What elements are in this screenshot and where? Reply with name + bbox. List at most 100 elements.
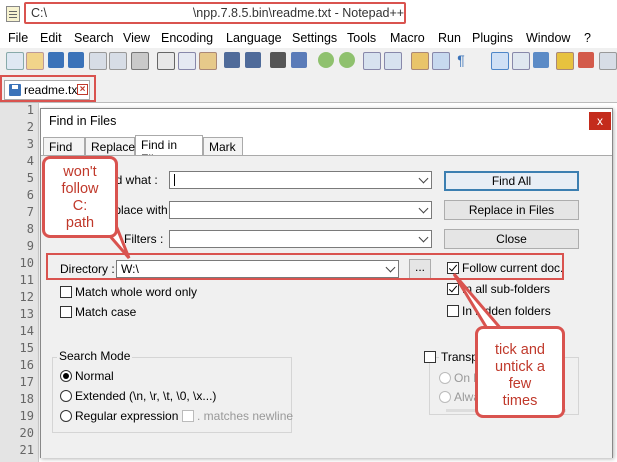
line-number: 19: [19, 409, 34, 423]
menu-bar: File Edit Search View Encoding Language …: [0, 28, 617, 48]
replace-icon[interactable]: [291, 52, 307, 68]
callout-right: tick and untick a few times: [475, 326, 565, 418]
menu-view[interactable]: View: [123, 31, 150, 45]
transparency-checkbox[interactable]: [424, 351, 436, 363]
paste-icon[interactable]: [199, 52, 217, 70]
tab-mark[interactable]: Mark: [203, 137, 243, 155]
line-number: 10: [19, 256, 34, 270]
function-list-icon[interactable]: [556, 52, 574, 70]
close-button[interactable]: Close: [444, 229, 579, 249]
close-icon[interactable]: [89, 52, 107, 70]
extended-radio[interactable]: [60, 390, 72, 402]
filters-input[interactable]: [169, 230, 432, 248]
on-losing-focus-radio[interactable]: [439, 372, 451, 384]
close-all-icon[interactable]: [109, 52, 127, 70]
chevron-down-icon[interactable]: [418, 173, 429, 184]
dialog-tabs: Find Replace Find in Files Mark: [41, 135, 612, 166]
title-bar: C:\ \npp.7.8.5.bin\readme.txt - Notepad+…: [0, 0, 617, 28]
menu-window[interactable]: Window: [526, 31, 570, 45]
line-number: 6: [26, 188, 34, 202]
find-what-input[interactable]: [169, 171, 432, 189]
find-icon[interactable]: [270, 52, 286, 68]
line-number: 17: [19, 375, 34, 389]
callout-right-pointer: [452, 273, 506, 332]
menu-help[interactable]: ?: [584, 31, 591, 45]
undo-icon[interactable]: [224, 52, 240, 68]
indent-guide-icon[interactable]: [491, 52, 509, 70]
normal-radio[interactable]: [60, 370, 72, 382]
menu-language[interactable]: Language: [226, 31, 282, 45]
regex-radio[interactable]: [60, 410, 72, 422]
title-path-annotation-box: [24, 2, 406, 24]
matches-newline-checkbox[interactable]: [182, 410, 194, 422]
print-icon[interactable]: [131, 52, 149, 70]
copy-icon[interactable]: [178, 52, 196, 70]
doc-map-icon[interactable]: [533, 52, 549, 68]
match-whole-word-checkbox[interactable]: [60, 286, 72, 298]
callout-left-line: follow: [61, 181, 99, 197]
line-number: 20: [19, 426, 34, 440]
monitoring-icon[interactable]: [599, 52, 617, 70]
line-number: 2: [26, 120, 34, 134]
redo-icon[interactable]: [245, 52, 261, 68]
menu-tools[interactable]: Tools: [347, 31, 376, 45]
show-all-chars-icon[interactable]: [432, 52, 450, 70]
tab-find-in-files[interactable]: Find in Files: [135, 135, 203, 166]
line-number: 1: [26, 103, 34, 117]
match-case-label: Match case: [75, 305, 137, 319]
callout-left-line: path: [65, 215, 95, 231]
tab-annotation-box: [0, 75, 96, 102]
line-number: 18: [19, 392, 34, 406]
menu-file[interactable]: File: [8, 31, 28, 45]
menu-edit[interactable]: Edit: [40, 31, 62, 45]
tab-replace[interactable]: Replace: [85, 137, 135, 155]
matches-newline-label: . matches newline: [197, 409, 294, 423]
zoom-out-icon[interactable]: [339, 52, 355, 68]
callout-right-line: few: [508, 376, 532, 392]
menu-settings[interactable]: Settings: [292, 31, 337, 45]
dialog-title: Find in Files: [49, 114, 117, 128]
sync-vertical-icon[interactable]: [363, 52, 381, 70]
search-mode-title: Search Mode: [57, 349, 133, 363]
save-all-icon[interactable]: [68, 52, 84, 68]
dialog-close-button[interactable]: x: [589, 112, 611, 130]
line-number: 3: [26, 137, 34, 151]
cut-icon[interactable]: [157, 52, 175, 70]
save-icon[interactable]: [48, 52, 64, 68]
chevron-down-icon[interactable]: [418, 232, 429, 243]
line-number: 13: [19, 307, 34, 321]
always-radio[interactable]: [439, 391, 451, 403]
word-wrap-icon[interactable]: [411, 52, 429, 70]
line-number: 12: [19, 290, 34, 304]
line-number: 8: [26, 222, 34, 236]
folder-workspace-icon[interactable]: [578, 52, 594, 68]
new-file-icon[interactable]: [6, 52, 24, 70]
open-file-icon[interactable]: [26, 52, 44, 70]
line-number: 4: [26, 154, 34, 168]
pilcrow-icon[interactable]: ¶: [453, 52, 469, 68]
match-case-checkbox[interactable]: [60, 306, 72, 318]
chevron-down-icon[interactable]: [418, 203, 429, 214]
find-all-button[interactable]: Find All: [444, 171, 579, 191]
normal-label: Normal: [75, 369, 114, 383]
callout-right-line: untick a: [495, 359, 545, 375]
line-number: 21: [19, 443, 34, 457]
menu-plugins[interactable]: Plugins: [472, 31, 513, 45]
sync-horizontal-icon[interactable]: [384, 52, 402, 70]
callout-left-line: C:: [72, 198, 88, 214]
menu-encoding[interactable]: Encoding: [161, 31, 213, 45]
zoom-in-icon[interactable]: [318, 52, 334, 68]
replace-with-input[interactable]: [169, 201, 432, 219]
regex-label: Regular expression: [75, 409, 179, 423]
menu-search[interactable]: Search: [74, 31, 114, 45]
language-icon[interactable]: [512, 52, 530, 70]
menu-macro[interactable]: Macro: [390, 31, 425, 45]
replace-in-files-button[interactable]: Replace in Files: [444, 200, 579, 220]
toolbar: ¶: [0, 48, 617, 73]
menu-run[interactable]: Run: [438, 31, 461, 45]
tab-find[interactable]: Find: [43, 137, 85, 155]
callout-left: won't follow C: path: [42, 156, 118, 238]
line-number: 16: [19, 358, 34, 372]
line-number: 14: [19, 324, 34, 338]
extended-label: Extended (\n, \r, \t, \0, \x...): [75, 389, 217, 403]
